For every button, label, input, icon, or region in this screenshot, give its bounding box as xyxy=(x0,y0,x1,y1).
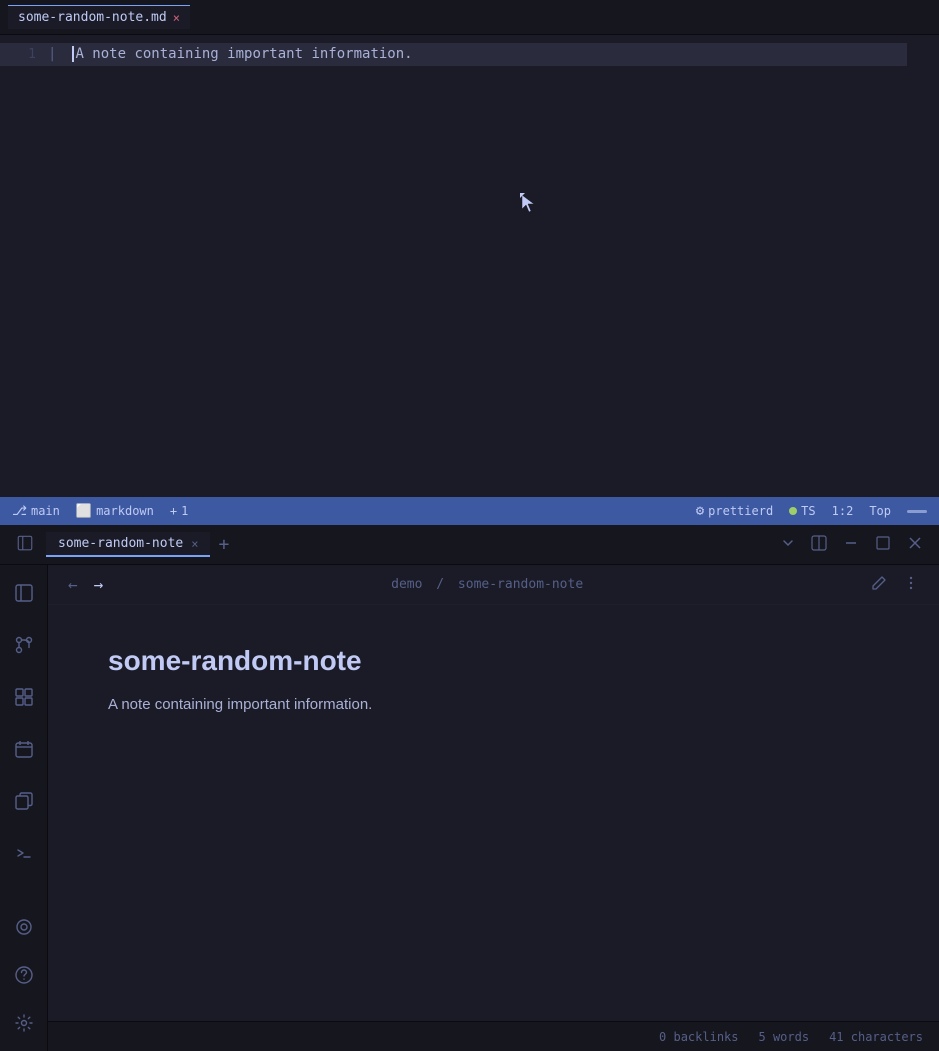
line-separator: | xyxy=(48,43,56,65)
preview-nav-bar: ← → demo / some-random-note xyxy=(48,565,939,605)
sidebar-icon-copy[interactable] xyxy=(8,785,40,817)
editor-content-area[interactable]: 1 | A note containing important informat… xyxy=(0,35,939,497)
preview-tab-list: some-random-note × + xyxy=(46,532,769,557)
more-options-button[interactable] xyxy=(899,571,923,599)
nav-action-buttons xyxy=(867,571,923,599)
diff-count: 1 xyxy=(181,504,188,518)
sidebar-icon-terminal[interactable] xyxy=(8,837,40,869)
mouse-cursor xyxy=(520,193,536,213)
sidebar-icon-panel[interactable] xyxy=(8,577,40,609)
language-name: markdown xyxy=(96,504,154,518)
back-button[interactable]: ← xyxy=(64,571,82,598)
preview-note-body: A note containing important information. xyxy=(108,693,879,717)
preview-tab-some-random-note[interactable]: some-random-note × xyxy=(46,532,210,557)
sidebar-bottom-icons xyxy=(8,911,40,1039)
cursor-position[interactable]: 1:2 xyxy=(832,504,854,518)
preview-title-actions xyxy=(777,531,927,559)
preview-content-area: some-random-note A note containing impor… xyxy=(48,605,939,1021)
breadcrumb-part-1[interactable]: demo xyxy=(391,577,422,592)
sidebar-icon-extensions[interactable] xyxy=(8,681,40,713)
sidebar-icon-calendar[interactable] xyxy=(8,733,40,765)
ts-dot xyxy=(789,507,797,515)
sidebar-icon-git[interactable] xyxy=(8,629,40,661)
editor-tab-bar: some-random-note.md × xyxy=(0,0,939,35)
edit-button[interactable] xyxy=(867,571,891,599)
backlinks-count: 0 backlinks xyxy=(659,1030,738,1044)
sidebar-icon-settings[interactable] xyxy=(8,1007,40,1039)
breadcrumb-part-2[interactable]: some-random-note xyxy=(458,577,583,592)
preview-tab-label: some-random-note xyxy=(58,536,183,551)
diff-status[interactable]: + 1 xyxy=(170,504,188,518)
preview-tab-close[interactable]: × xyxy=(191,537,198,551)
git-branch-name: main xyxy=(31,504,60,518)
minimize-button[interactable] xyxy=(839,531,863,559)
forward-button[interactable]: → xyxy=(90,571,108,598)
preview-title-bar: some-random-note × + xyxy=(0,525,939,565)
preview-body: ← → demo / some-random-note xyxy=(0,565,939,1051)
status-spacer xyxy=(907,510,927,513)
editor-status-bar: ⎇ main ⬜ markdown + 1 ⚙ prettierd TS 1:2… xyxy=(0,497,939,525)
git-branch-status[interactable]: ⎇ main xyxy=(12,504,60,519)
preview-tab-add-button[interactable]: + xyxy=(214,534,233,555)
sidebar-icon-help[interactable] xyxy=(8,959,40,991)
position-text: 1:2 xyxy=(832,504,854,518)
preview-main: ← → demo / some-random-note xyxy=(48,565,939,1051)
preview-section: some-random-note × + xyxy=(0,525,939,1051)
sidebar xyxy=(0,565,48,1051)
breadcrumb: demo / some-random-note xyxy=(115,577,859,592)
prettier-icon: ⚙ xyxy=(696,503,704,519)
editor-tab-some-random-note[interactable]: some-random-note.md × xyxy=(8,5,190,29)
sidebar-icon-puzzle[interactable] xyxy=(8,911,40,943)
language-icon: ⬜ xyxy=(76,504,92,519)
word-count: 5 words xyxy=(759,1030,810,1044)
editor-line-1: 1 | A note containing important informat… xyxy=(0,43,907,66)
diff-plus: + xyxy=(170,504,177,518)
editor-section: some-random-note.md × 1 | A note contain… xyxy=(0,0,939,525)
git-branch-icon: ⎇ xyxy=(12,504,27,519)
line-number-1: 1 xyxy=(16,45,36,66)
status-right-items: ⚙ prettierd TS 1:2 Top xyxy=(696,503,927,519)
ts-status[interactable]: TS xyxy=(789,504,815,518)
prettier-label: prettierd xyxy=(708,504,773,518)
prettier-status[interactable]: ⚙ prettierd xyxy=(696,503,773,519)
breadcrumb-separator: / xyxy=(436,577,444,592)
scroll-text: Top xyxy=(869,504,891,518)
split-view-button[interactable] xyxy=(807,531,831,559)
maximize-button[interactable] xyxy=(871,531,895,559)
ts-label: TS xyxy=(801,504,815,518)
tab-close-button[interactable]: × xyxy=(173,11,180,25)
scroll-position: Top xyxy=(869,504,891,518)
dropdown-button[interactable] xyxy=(777,532,799,558)
line-content-1: A note containing important information. xyxy=(72,43,412,65)
language-status[interactable]: ⬜ markdown xyxy=(76,504,154,519)
tab-filename: some-random-note.md xyxy=(18,10,167,25)
preview-status-bar: 0 backlinks 5 words 41 characters xyxy=(48,1021,939,1051)
close-button[interactable] xyxy=(903,531,927,559)
character-count: 41 characters xyxy=(829,1030,923,1044)
panel-toggle-button[interactable] xyxy=(12,530,38,560)
preview-note-title: some-random-note xyxy=(108,645,879,677)
